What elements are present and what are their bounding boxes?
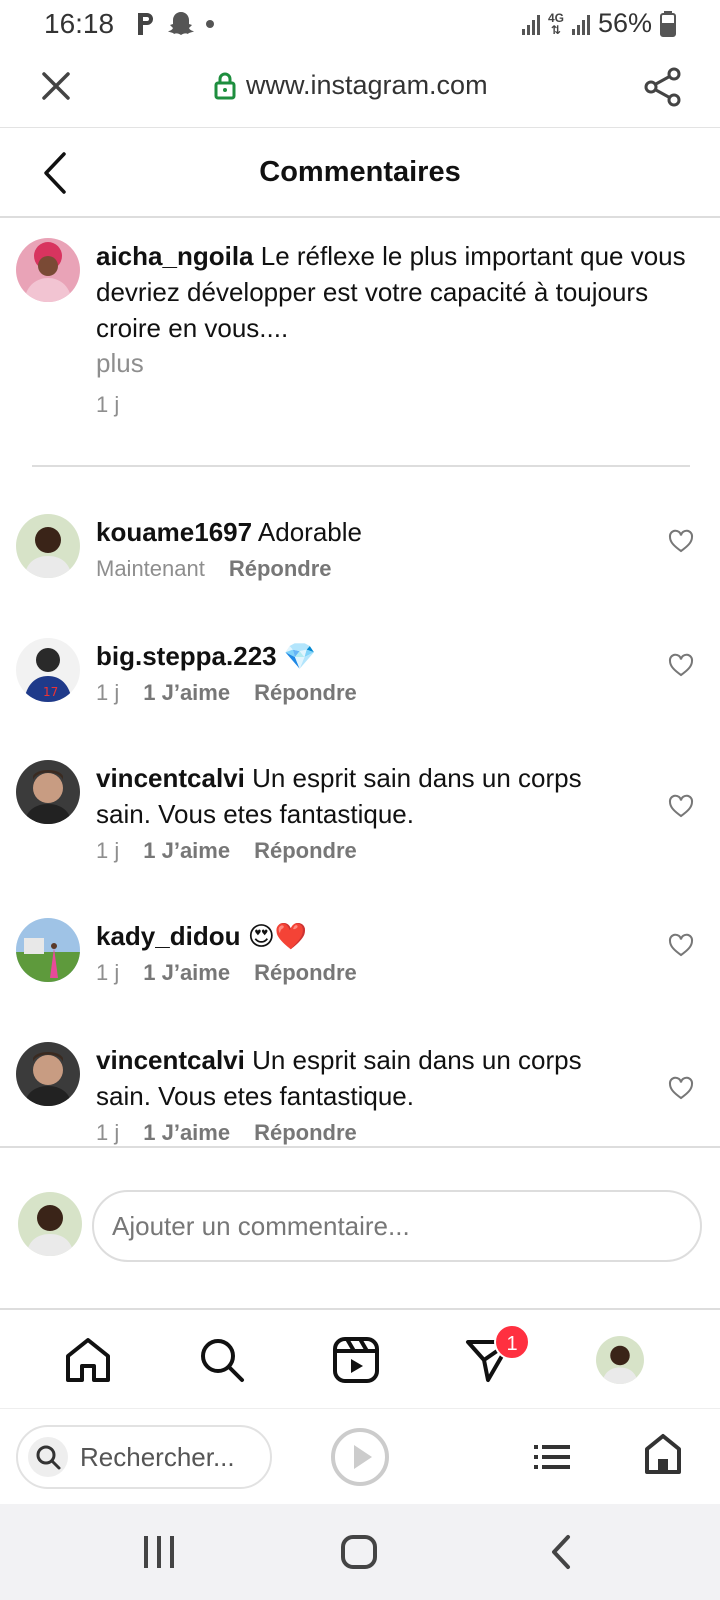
comment-body: 😍❤️ [247,921,308,951]
close-icon[interactable] [38,68,74,104]
browser-bottom-bar: Rechercher... [0,1408,720,1504]
url-bar[interactable]: www.instagram.com [214,70,488,101]
status-right: 4G ⇅ 56% [521,8,676,39]
comment-username[interactable]: kouame1697 [96,517,252,547]
comment-meta: 1 j 1 J’aime Répondre [96,838,357,864]
system-navigation-bar [0,1504,720,1600]
heart-icon[interactable] [668,529,694,553]
comment-input[interactable] [92,1190,702,1262]
back-button-icon[interactable] [550,1534,572,1570]
heart-icon[interactable] [668,1076,694,1100]
comment-username[interactable]: vincentcalvi [96,1045,245,1075]
reels-icon[interactable] [330,1334,382,1386]
home-button-icon[interactable] [340,1534,378,1570]
battery-level: 56% [597,8,652,38]
comment-meta: 1 j 1 J’aime Répondre [96,1120,357,1146]
avatar[interactable] [16,238,80,302]
comment-text: vincentcalvi Un esprit sain dans un corp… [96,760,636,832]
likes-count[interactable]: 1 J’aime [143,1120,230,1146]
caption-time: 1 j [96,392,120,417]
avatar[interactable] [16,514,80,578]
heart-icon[interactable] [668,933,694,957]
notification-icons [135,10,215,38]
reply-link[interactable]: Répondre [229,556,332,582]
comments-header: Commentaires [0,128,720,218]
avatar[interactable] [16,1042,80,1106]
comment-time: 1 j [96,838,120,863]
more-link[interactable]: plus [96,348,144,379]
parking-icon [138,13,153,35]
browser-home-icon[interactable] [644,1433,682,1475]
instagram-tab-bar: 1 [0,1310,720,1408]
likes-count[interactable]: 1 J’aime [143,680,230,706]
snapchat-icon [168,12,194,35]
dot-icon [206,20,214,28]
reply-link[interactable]: Répondre [254,1120,357,1146]
my-avatar [18,1192,82,1256]
reply-link[interactable]: Répondre [254,960,357,986]
heart-icon[interactable] [668,794,694,818]
profile-avatar[interactable] [596,1336,644,1384]
network-type: 4G ⇅ [547,10,564,37]
url-text: www.instagram.com [246,70,488,100]
search-icon[interactable] [196,1334,248,1386]
comment-username[interactable]: big.steppa.223 [96,641,277,671]
reply-link[interactable]: Répondre [254,680,357,706]
divider [32,465,690,467]
browser-toolbar: www.instagram.com [0,50,720,128]
status-time: 16:18 [44,8,115,39]
heart-icon[interactable] [668,653,694,677]
direct-badge: 1 [494,1324,530,1360]
battery-icon [660,10,676,37]
browser-search[interactable]: Rechercher... [16,1425,272,1489]
comments-list[interactable]: aicha_ngoila Le réflexe le plus importan… [0,218,720,1146]
recent-apps-icon[interactable] [142,1536,176,1568]
search-placeholder: Rechercher... [80,1442,235,1472]
comment-meta: 1 j 1 J’aime Répondre [96,960,357,986]
page-title: Commentaires [259,156,461,188]
likes-count[interactable]: 1 J’aime [143,838,230,864]
comment-time: 1 j [96,960,120,985]
avatar[interactable] [16,918,80,982]
status-bar: 16:18 4G ⇅ 56% [0,0,720,50]
list-menu-icon[interactable] [532,1439,572,1475]
avatar[interactable] [16,760,80,824]
comment-composer [0,1146,720,1310]
comment-time: 1 j [96,680,120,705]
signal-icon [521,13,540,35]
signal-icon-2 [571,13,590,35]
caption-text: aicha_ngoila Le réflexe le plus importan… [96,238,720,346]
share-icon[interactable] [642,66,684,108]
comment-body: 💎 [283,641,317,671]
caption-username[interactable]: aicha_ngoila [96,241,254,271]
play-icon[interactable] [330,1427,390,1487]
likes-count[interactable]: 1 J’aime [143,960,230,986]
avatar[interactable]: 17 [16,638,80,702]
comment-time: Maintenant [96,556,205,581]
comment-meta: 1 j 1 J’aime Répondre [96,680,357,706]
comment-meta: Maintenant Répondre [96,556,332,582]
reply-link[interactable]: Répondre [254,838,357,864]
comment-text: big.steppa.223 💎 [96,638,636,674]
svg-text:17: 17 [43,685,58,699]
comment-text: vincentcalvi Un esprit sain dans un corp… [96,1042,636,1114]
comment-time: 1 j [96,1120,120,1145]
lock-icon [214,72,236,99]
comment-text: kady_didou 😍❤️ [96,918,636,954]
search-icon [28,1437,68,1477]
comment-body: Adorable [257,517,362,547]
comment-text: kouame1697 Adorable [96,514,636,550]
comment-username[interactable]: kady_didou [96,921,240,951]
home-icon[interactable] [62,1334,114,1386]
comment-username[interactable]: vincentcalvi [96,763,245,793]
